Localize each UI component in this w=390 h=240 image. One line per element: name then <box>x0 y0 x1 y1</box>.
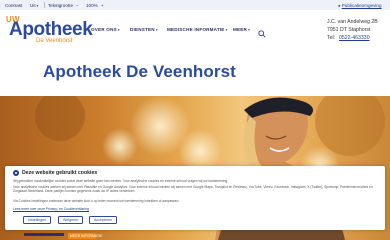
cookie-title: Deze website gebruikt cookies <box>22 170 98 176</box>
nav-item-meer[interactable]: MEER▾ <box>233 27 250 32</box>
address-street: J.C. van Andelweg 2B <box>327 19 378 25</box>
cookie-paragraph: Voor analytische cookies werken wij same… <box>13 185 373 194</box>
contrast-label: Contrast <box>5 3 23 8</box>
cookie-dialog: Deze website gebruikt cookies Wij gebrui… <box>5 166 385 230</box>
zoom-decrease-button[interactable]: − <box>76 3 79 8</box>
logo[interactable]: Apotheek <box>9 20 93 39</box>
nav-item-diensten[interactable]: DIENSTEN▾ <box>130 27 158 32</box>
cookie-paragraph: Via Cookies instellingen onderaan deze w… <box>13 199 180 203</box>
address-city: 7951 DT Staphorst <box>327 27 371 33</box>
search-icon[interactable] <box>258 25 266 43</box>
more-info-label: MEER INFORMATIE <box>70 234 103 238</box>
nav-item-over-ons[interactable]: OVER ONS▾ <box>91 27 120 32</box>
privacy-link[interactable]: ● Publicatieomgeving <box>338 3 382 8</box>
cookie-settings-button[interactable]: Instellingen <box>23 216 52 224</box>
chevron-down-icon: ▾ <box>248 28 251 32</box>
page-title: Apotheek De Veenhorst <box>43 62 236 81</box>
cookie-header: Deze website gebruikt cookies <box>13 170 97 176</box>
chevron-down-icon: ▾ <box>117 28 120 32</box>
phone-link[interactable]: 0522-463330 <box>339 35 370 41</box>
logo-subtitle: De Veenhorst <box>36 38 73 44</box>
cookie-reject-button[interactable]: Weigeren <box>58 216 84 224</box>
text-size-label: Tekstgrootte <box>48 3 74 8</box>
divider <box>44 2 45 8</box>
phone-label: Tel: <box>327 35 336 41</box>
privacy-policy-link[interactable]: Lees meer over onze Privacy- en Cookieve… <box>13 207 89 211</box>
cookie-paragraph: Wij gebruiken noodzakelijke cookies zoda… <box>13 179 229 183</box>
contrast-toggle[interactable]: Uit▾ <box>30 3 38 8</box>
utility-bar: Contrast Uit▾ Tekstgrootte − 100% + ● Pu… <box>0 0 390 10</box>
cookie-icon <box>13 170 19 176</box>
chevron-down-icon: ▾ <box>225 28 228 32</box>
chevron-down-icon: ▾ <box>36 4 39 8</box>
cookie-accept-button[interactable]: Accepteren <box>89 216 118 224</box>
nav-item-medische-informatie[interactable]: MEDISCHE INFORMATIE▾ <box>167 27 228 32</box>
hero-decoration <box>24 233 64 236</box>
chevron-down-icon: ▾ <box>155 28 158 32</box>
user-icon: ● <box>338 3 341 8</box>
zoom-increase-button[interactable]: + <box>101 3 104 8</box>
zoom-level: 100% <box>86 3 98 8</box>
